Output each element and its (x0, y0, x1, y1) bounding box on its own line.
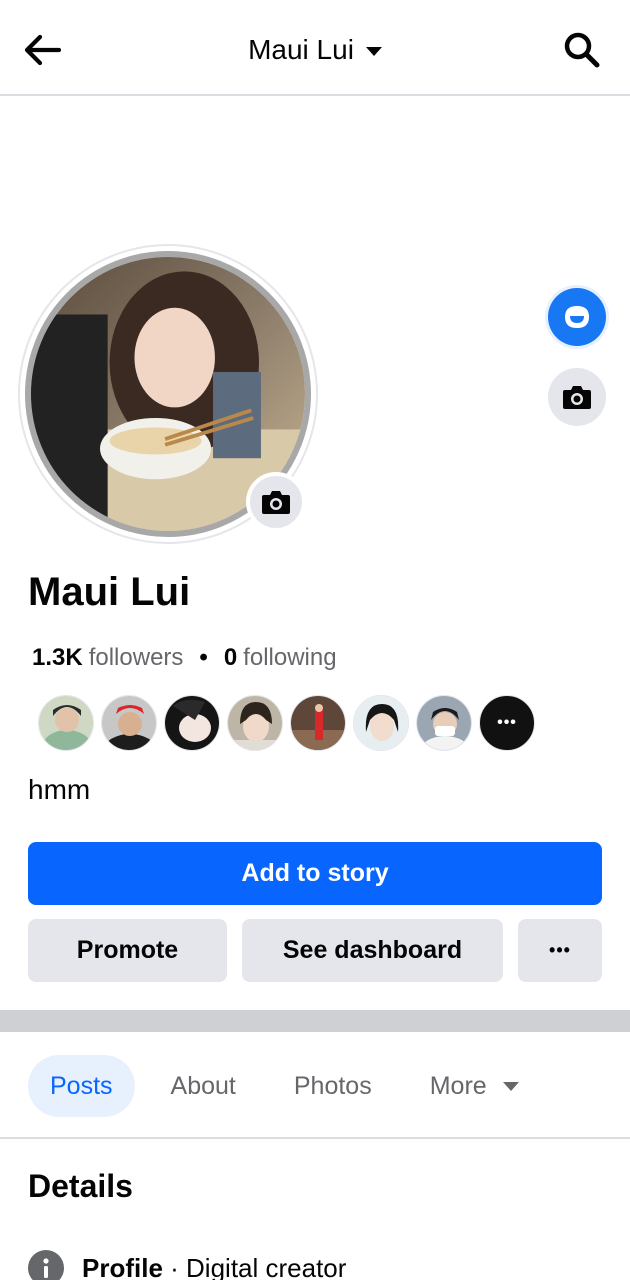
edit-profile-picture-button[interactable] (246, 472, 306, 532)
more-followers-button[interactable]: ••• (479, 695, 535, 751)
more-options-button[interactable]: ••• (518, 919, 602, 982)
avatar[interactable] (38, 695, 94, 751)
tab-more[interactable]: More (408, 1055, 541, 1117)
top-bar: Maui Lui (0, 0, 630, 96)
following-label[interactable]: following (243, 644, 336, 672)
camera-icon (262, 491, 290, 514)
search-icon (564, 32, 600, 68)
tab-photos[interactable]: Photos (272, 1055, 394, 1117)
more-icon: ••• (549, 940, 571, 960)
avatar[interactable] (353, 695, 409, 751)
tab-more-label: More (429, 1071, 487, 1100)
profile-tabs: Posts About Photos More (28, 1054, 541, 1118)
search-button[interactable] (560, 28, 604, 72)
avatar[interactable] (290, 695, 346, 751)
avatar[interactable] (416, 695, 472, 751)
details-heading: Details (28, 1168, 133, 1204)
detail-profile-row: Profile · Digital creator (28, 1250, 346, 1280)
detail-value: Digital creator (186, 1252, 347, 1280)
more-icon: ••• (497, 714, 517, 731)
camera-icon (563, 386, 591, 409)
see-dashboard-button[interactable]: See dashboard (242, 919, 503, 982)
detail-label: Profile (82, 1252, 163, 1280)
page-title: Maui Lui (248, 34, 354, 65)
section-divider (0, 1010, 630, 1032)
avatar[interactable] (101, 695, 157, 751)
info-icon (28, 1250, 64, 1280)
avatar[interactable] (227, 695, 283, 751)
stats-separator: • (199, 644, 208, 671)
chevron-down-icon (502, 1081, 519, 1091)
page-switcher[interactable]: Maui Lui (0, 30, 630, 70)
detail-separator: · (162, 1252, 187, 1280)
follow-stats: 1.3K followers • 0 following (32, 644, 337, 672)
profile-bio: hmm (28, 774, 91, 805)
followers-count[interactable]: 1.3K (32, 644, 83, 672)
tab-posts[interactable]: Posts (28, 1055, 135, 1117)
following-count[interactable]: 0 (224, 644, 237, 672)
tab-about[interactable]: About (149, 1055, 258, 1117)
chevron-down-icon (365, 46, 382, 56)
avatar[interactable] (164, 695, 220, 751)
profile-name: Maui Lui (28, 570, 191, 614)
avatar-button[interactable] (548, 288, 606, 346)
followers-label[interactable]: followers (89, 644, 184, 672)
followers-avatars: ••• (38, 695, 535, 751)
add-to-story-button[interactable]: Add to story (28, 842, 602, 905)
avatar-icon (565, 306, 589, 328)
edit-cover-photo-button[interactable] (548, 368, 606, 426)
tabs-divider (0, 1137, 630, 1139)
promote-button[interactable]: Promote (28, 919, 227, 982)
